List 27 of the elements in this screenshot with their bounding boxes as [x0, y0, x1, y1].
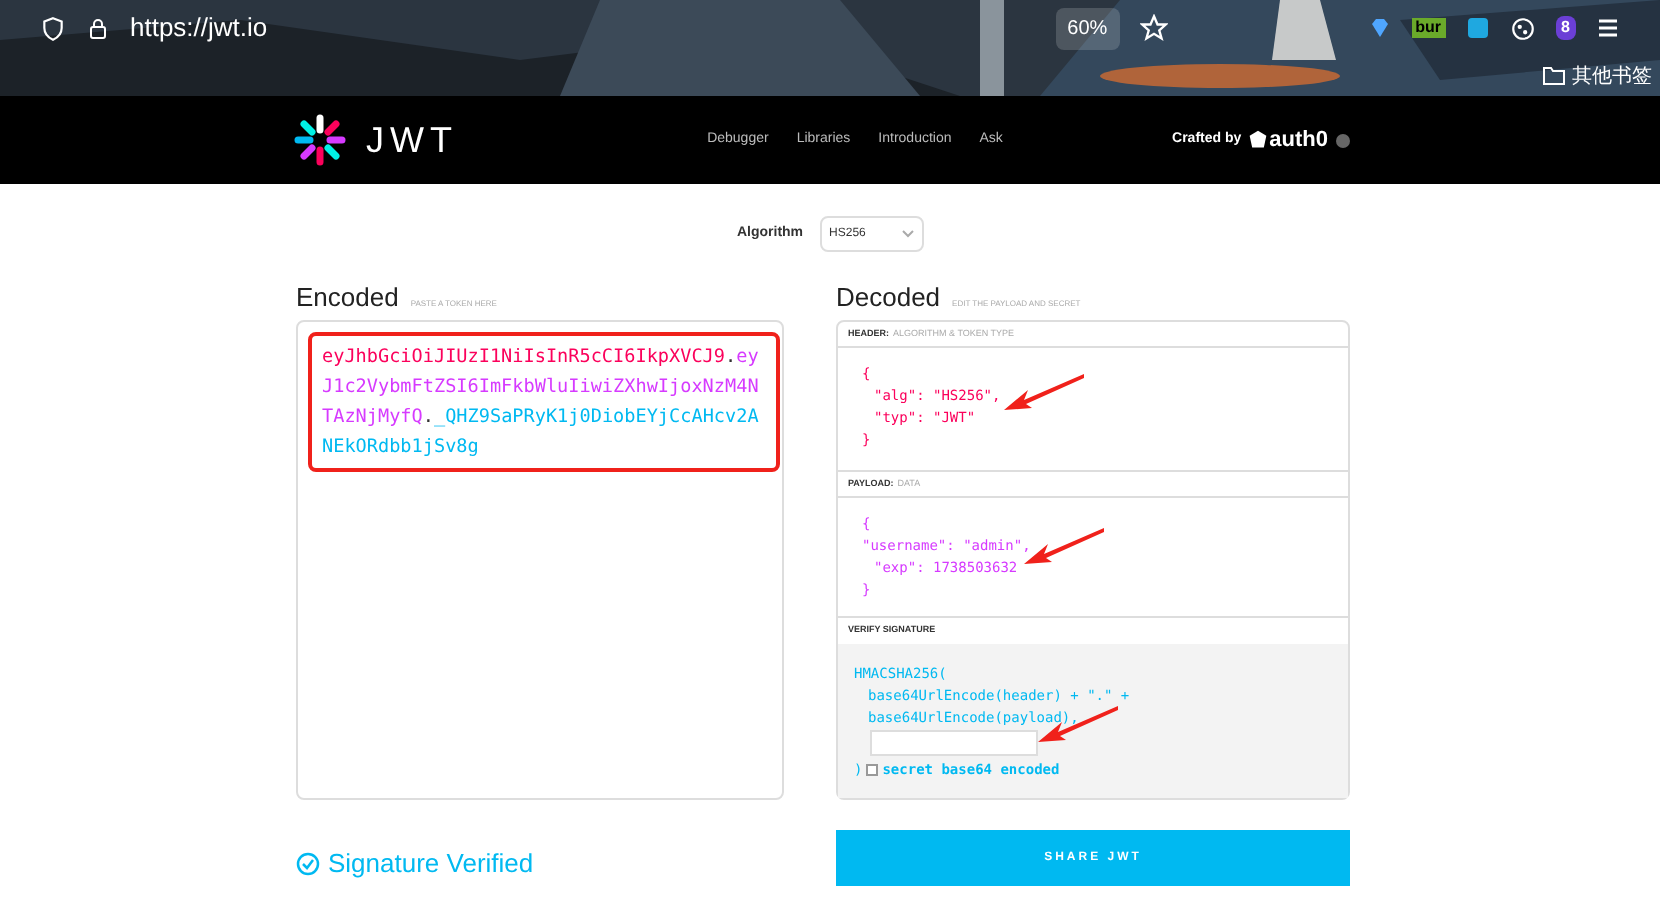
brand-text[interactable]: auth0: [1269, 123, 1328, 157]
badge-icon: [1247, 130, 1268, 150]
chevron-down-icon: [901, 230, 914, 238]
cookie-icon[interactable]: [1509, 15, 1536, 41]
secret-input[interactable]: [870, 730, 1038, 756]
section-title: Decoded: [836, 279, 941, 315]
star-icon[interactable]: [1139, 14, 1168, 42]
token-text: eyJhbGciOiJIUzI1NiIsInR5cCI6IkpXVCJ9.eyJ1c2VybmFtZSI6ImFkbWluIiwiZXhwIjoxNzM4NTAzNjMyfQ._QHZ9SaPRyK1j0DiobEYjCcAHcv2ANEkORdbb1jSv8g: [308, 332, 780, 472]
annotation-arrow-icon: [1024, 526, 1104, 570]
section-title: Encoded: [296, 279, 399, 315]
menu-icon[interactable]: [1596, 16, 1620, 40]
url-text[interactable]: https://jwt.io: [130, 8, 268, 48]
gem-icon[interactable]: [1367, 16, 1392, 40]
token-input[interactable]: eyJhbGciOiJIUzI1NiIsInR5cCI6IkpXVCJ9.eyJ1c2VybmFtZSI6ImFkbWluIiwiZXhwIjoxNzM4NTAzNjMyfQ._QHZ9SaPRyK1j0DiobEYjCcAHcv2ANEkORdbb1jSv8g: [296, 320, 784, 800]
annotation-arrow-icon: [1004, 372, 1084, 416]
status-text: Signature Verified: [328, 846, 534, 882]
help-icon[interactable]: [1336, 133, 1350, 147]
checkbox[interactable]: [866, 764, 879, 777]
logo-text[interactable]: JWT: [366, 113, 458, 167]
zoom-level[interactable]: 60%: [1055, 7, 1120, 49]
bookmark-folder[interactable]: 其他书签: [1572, 61, 1652, 91]
logo-icon[interactable]: [294, 114, 346, 166]
shield-icon[interactable]: [40, 15, 66, 41]
check-circle-icon: [296, 851, 320, 876]
extension-badge[interactable]: bur: [1411, 18, 1446, 38]
lock-icon[interactable]: [86, 15, 110, 41]
folder-icon[interactable]: [1542, 66, 1566, 86]
